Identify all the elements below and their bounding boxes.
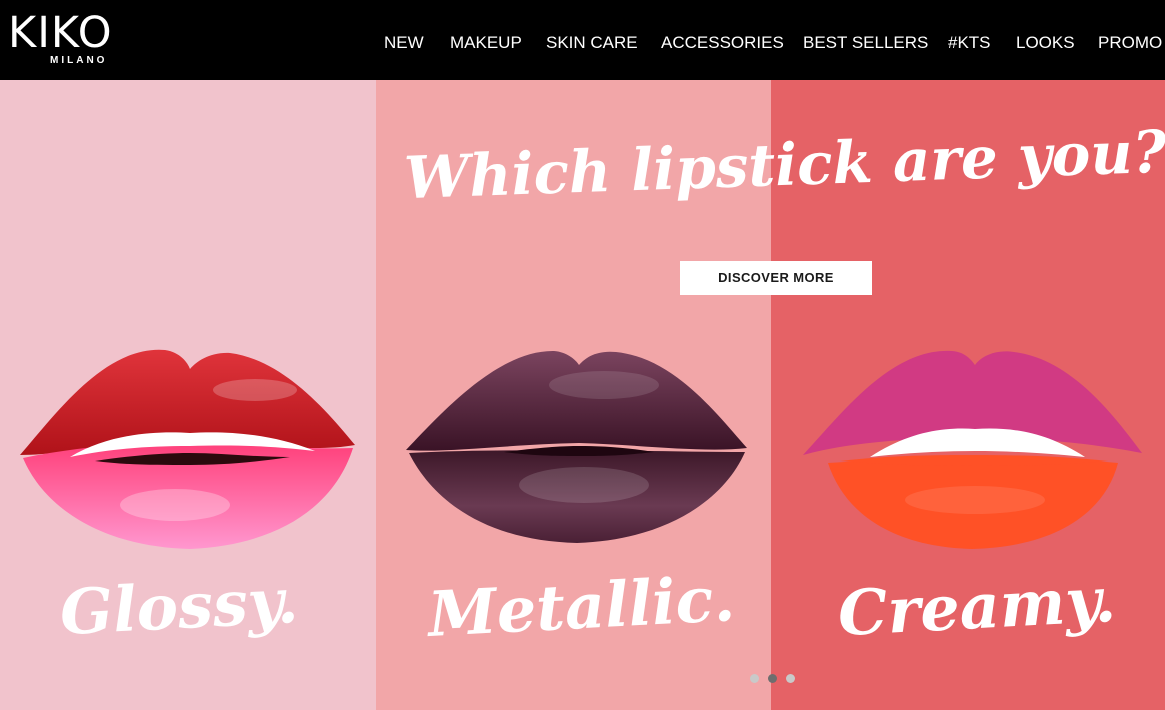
nav-item-skin-care[interactable]: SKIN CARE: [546, 33, 638, 53]
nav-item-makeup[interactable]: MAKEUP: [450, 33, 522, 53]
nav-item-accessories[interactable]: ACCESSORIES: [661, 33, 784, 53]
creamy-lips-image: [803, 350, 1142, 549]
nav-item-looks[interactable]: LOOKS: [1016, 33, 1075, 53]
carousel-dot-1[interactable]: [750, 674, 759, 683]
glossy-lips-image: [20, 349, 355, 549]
discover-more-button[interactable]: DISCOVER MORE: [680, 261, 872, 295]
hero-banner[interactable]: Which lipstick are you? DISCOVER MORE Gl…: [0, 80, 1165, 710]
creamy-label: Creamy.: [836, 562, 1118, 651]
nav-item-best-sellers[interactable]: BEST SELLERS: [803, 33, 928, 53]
nav-item-kts[interactable]: #KTS: [948, 33, 991, 53]
carousel-dots: [750, 674, 800, 684]
glossy-label: Glossy.: [58, 563, 300, 650]
carousel-dot-2[interactable]: [768, 674, 777, 683]
kiko-logo[interactable]: KIKO MILANO: [8, 8, 113, 67]
metallic-label: Metallic.: [426, 562, 737, 651]
logo-wordmark: KIKO: [8, 8, 113, 58]
nav-item-new[interactable]: NEW: [384, 33, 424, 53]
site-header: KIKO MILANO NEW MAKEUP SKIN CARE ACCESSO…: [0, 0, 1165, 80]
nav-item-promo[interactable]: PROMO: [1098, 33, 1162, 53]
logo-subtitle: MILANO: [50, 55, 108, 66]
main-navigation: NEW MAKEUP SKIN CARE ACCESSORIES BEST SE…: [384, 33, 1165, 57]
metallic-lips-image: [406, 350, 747, 543]
carousel-dot-3[interactable]: [786, 674, 795, 683]
